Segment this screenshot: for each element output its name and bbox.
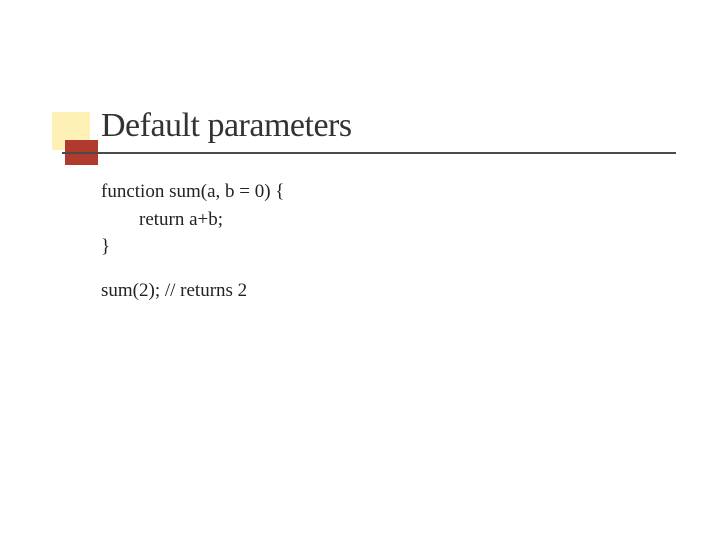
- code-line-2: return a+b;: [101, 206, 284, 234]
- code-line-4: sum(2); // returns 2: [101, 277, 284, 305]
- slide-title: Default parameters: [101, 107, 352, 145]
- code-line-1: function sum(a, b = 0) {: [101, 178, 284, 206]
- code-line-3: }: [101, 233, 284, 261]
- decoration-divider-line: [62, 152, 676, 154]
- slide-corner-decoration: [52, 112, 98, 165]
- code-spacer: [101, 261, 284, 277]
- slide-content: function sum(a, b = 0) { return a+b; } s…: [101, 178, 284, 304]
